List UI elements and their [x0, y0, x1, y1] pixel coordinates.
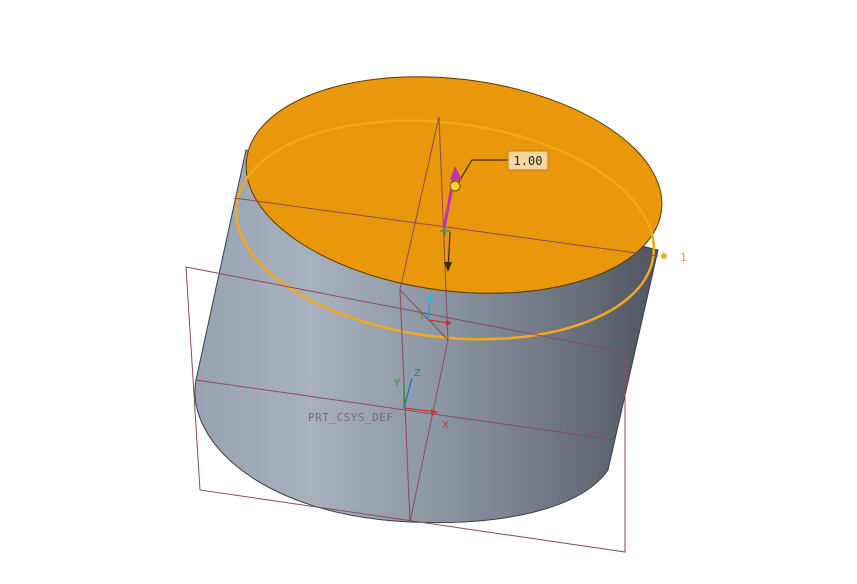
- drag-handle-knob[interactable]: [449, 180, 461, 192]
- csys-z-label: Z: [414, 368, 421, 379]
- csys-name-label[interactable]: PRT_CSYS_DEF: [308, 411, 393, 424]
- axis-y-label-upper: Y: [418, 311, 426, 322]
- model-viewport[interactable]: 1.00 1 Y X Y Z PRT_CSYS_DEF: [0, 0, 857, 584]
- plane-tag-marker: [661, 253, 667, 259]
- csys-x-label: X: [442, 420, 449, 431]
- dimension-value[interactable]: 1.00: [514, 154, 543, 168]
- csys-y-label: Y: [393, 378, 401, 389]
- plane-tag: 1: [680, 251, 687, 264]
- dimension-value-box[interactable]: 1.00: [507, 150, 549, 171]
